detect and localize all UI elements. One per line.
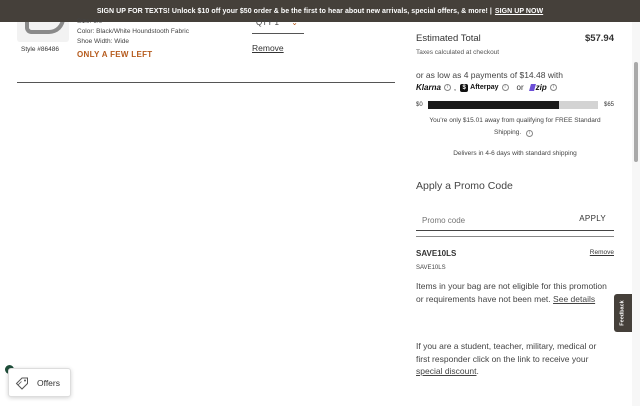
provider-comma: , [453, 83, 457, 92]
shipping-info-icon[interactable]: i [525, 130, 533, 137]
applied-code: SAVE10LS [416, 249, 457, 258]
not-eligible-message: Items in your bag are not eligible for t… [416, 280, 612, 305]
zip-mark-icon [528, 84, 536, 91]
banner-text: SIGN UP FOR TEXTS! Unlock $10 off your $… [96, 7, 492, 15]
progress-min-label: $0 [416, 102, 423, 108]
tag-icon [15, 377, 28, 390]
promo-code-input[interactable] [416, 213, 566, 227]
offers-button[interactable]: Offers [8, 368, 71, 397]
style-number: Style #86486 [21, 46, 59, 53]
shoe-image [25, 22, 65, 34]
zip-text: zip [535, 83, 547, 92]
free-shipping-message: You're only $15.01 away from qualifying … [416, 115, 614, 139]
delivery-message: Delivers in 4-6 days with standard shipp… [453, 150, 577, 157]
klarna-logo[interactable]: Klarna [416, 83, 441, 92]
sign-up-link[interactable]: SIGN UP NOW [495, 8, 543, 15]
zip-info-icon[interactable]: i [549, 84, 557, 91]
student-period: . [476, 366, 479, 376]
free-shipping-text: You're only $15.01 away from qualifying … [429, 117, 601, 136]
estimated-total-value: $57.94 [584, 33, 614, 44]
afterpay-logo[interactable]: Afterpay [470, 84, 498, 91]
installments-text: or as low as 4 payments of $14.48 with [416, 70, 563, 80]
estimated-total-label: Estimated Total [416, 33, 481, 44]
promo-title: Apply a Promo Code [416, 180, 513, 192]
item-size: Size: 6.0 [77, 18, 103, 25]
progress-fill [428, 101, 559, 109]
item-details: Size: 6.0 Color: Black/White Houndstooth… [77, 17, 189, 47]
feedback-tab[interactable]: Feedback [614, 294, 632, 332]
special-discount-link[interactable]: special discount [416, 366, 476, 376]
item-color: Color: Black/White Houndstooth Fabric [77, 28, 189, 35]
estimated-total-row: Estimated Total $57.94 [416, 33, 614, 44]
payment-providers: Klarna i , $ Afterpay i or zip i [416, 83, 560, 92]
scrollbar-thumb[interactable] [634, 62, 638, 162]
see-details-link[interactable]: See details [553, 294, 595, 304]
klarna-info-icon[interactable]: i [443, 84, 451, 91]
zip-logo[interactable]: zip [528, 83, 547, 92]
promo-field: APPLY [416, 210, 614, 231]
remove-item-link[interactable]: Remove [252, 43, 284, 53]
quantity-select[interactable]: QTY 1 ⌄ [252, 17, 304, 34]
offers-label: Offers [37, 377, 60, 388]
chevron-down-icon: ⌄ [291, 18, 298, 27]
taxes-note: Taxes calculated at checkout [416, 49, 500, 56]
applied-code-sub: SAVE10LS [416, 265, 446, 271]
shipping-progress: $0 $65 [416, 100, 614, 110]
quantity-value: QTY 1 [256, 18, 279, 27]
afterpay-icon: $ [460, 83, 469, 92]
feedback-label: Feedback [620, 300, 626, 326]
provider-or: or [516, 83, 524, 92]
afterpay-info-icon[interactable]: i [501, 84, 509, 91]
product-thumbnail[interactable] [17, 22, 69, 42]
item-divider [17, 82, 395, 83]
apply-button[interactable]: APPLY [579, 214, 606, 223]
page-scrollbar[interactable] [632, 22, 640, 406]
promo-divider [416, 236, 614, 237]
stock-warning: ONLY A FEW LEFT [77, 50, 153, 59]
progress-max-label: $65 [603, 102, 614, 108]
remove-code-link[interactable]: Remove [590, 249, 614, 256]
student-discount-message: If you are a student, teacher, military,… [416, 340, 612, 378]
student-text: If you are a student, teacher, military,… [416, 341, 597, 364]
item-width: Shoe Width: Wide [77, 38, 130, 45]
progress-track [428, 101, 598, 109]
